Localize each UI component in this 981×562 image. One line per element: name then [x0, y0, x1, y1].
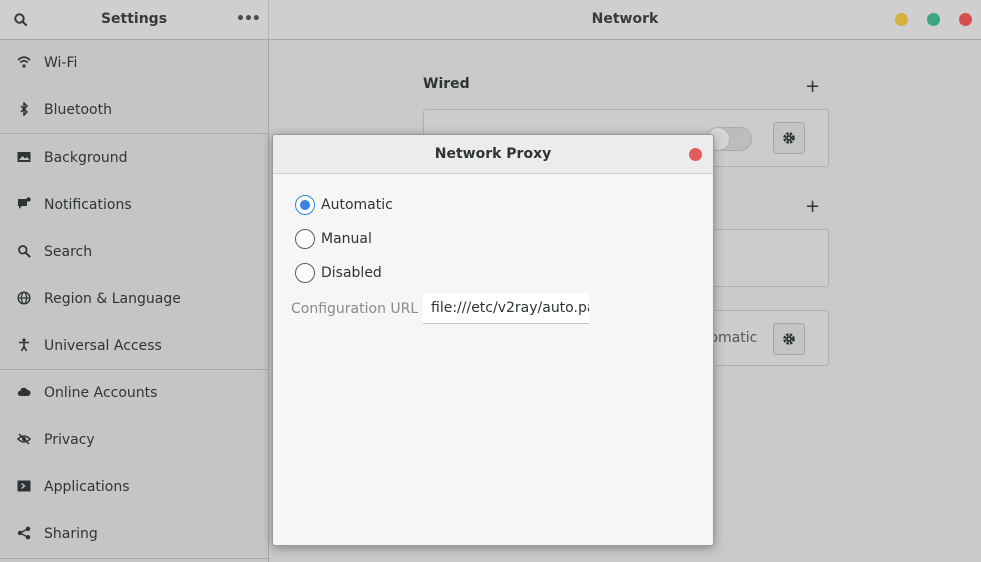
settings-window: Settings ••• Network Wi-Fi Bluetooth Bac…: [0, 0, 981, 562]
radio-label: Manual: [321, 231, 372, 247]
wifi-icon: [17, 55, 31, 69]
dialog-close-button[interactable]: [689, 148, 702, 161]
add-vpn-button[interactable]: +: [805, 198, 820, 216]
close-button[interactable]: [959, 13, 972, 26]
sidebar-item-label: Region & Language: [44, 291, 181, 307]
configuration-url-label: Configuration URL: [291, 301, 419, 317]
sidebar-item-notifications[interactable]: Notifications: [0, 182, 268, 228]
sidebar-item-label: Universal Access: [44, 338, 162, 354]
sidebar-item-universal-access[interactable]: Universal Access: [0, 323, 268, 369]
sidebar-item-search[interactable]: Search: [0, 229, 268, 275]
notifications-icon: [17, 197, 31, 211]
sidebar-item-label: Online Accounts: [44, 385, 158, 401]
radio-button[interactable]: [295, 195, 315, 215]
dialog-header: Network Proxy: [273, 135, 713, 174]
sidebar-item-label: Applications: [44, 479, 130, 495]
page-title: Network: [591, 11, 659, 27]
radio-label: Disabled: [321, 265, 382, 281]
minimize-button[interactable]: [895, 13, 908, 26]
header-bar: Settings ••• Network: [0, 0, 981, 40]
configuration-url-input[interactable]: [423, 293, 589, 323]
proxy-settings-button[interactable]: [773, 323, 805, 355]
cloud-icon: [17, 385, 31, 399]
radio-label: Automatic: [321, 197, 393, 213]
network-proxy-dialog: Network Proxy Automatic Manual Disabled …: [272, 134, 714, 546]
sidebar: Wi-Fi Bluetooth Background Notifications: [0, 40, 269, 562]
gear-icon: [783, 333, 795, 345]
add-wired-button[interactable]: +: [805, 78, 820, 96]
sidebar-item-label: Wi-Fi: [44, 55, 78, 71]
sidebar-item-label: Sharing: [44, 526, 98, 542]
wired-section-title: Wired: [423, 76, 470, 92]
sidebar-separator: [0, 558, 268, 559]
sidebar-item-label: Notifications: [44, 197, 132, 213]
sidebar-item-label: Background: [44, 150, 128, 166]
sidebar-item-applications[interactable]: Applications: [0, 464, 268, 510]
sidebar-item-label: Privacy: [44, 432, 95, 448]
share-icon: [17, 526, 31, 540]
applications-icon: [17, 479, 31, 493]
sidebar-item-bluetooth[interactable]: Bluetooth: [0, 87, 268, 133]
search-icon: [17, 244, 31, 258]
configuration-url-field[interactable]: [423, 293, 589, 324]
globe-icon: [17, 291, 31, 305]
accessibility-icon: [17, 338, 31, 352]
sidebar-item-background[interactable]: Background: [0, 135, 268, 181]
maximize-button[interactable]: [927, 13, 940, 26]
sidebar-separator: [0, 133, 268, 134]
sidebar-item-online-accounts[interactable]: Online Accounts: [0, 370, 268, 416]
bluetooth-icon: [17, 101, 31, 117]
sidebar-header: Settings •••: [0, 0, 269, 39]
sidebar-item-privacy[interactable]: Privacy: [0, 417, 268, 463]
menu-icon[interactable]: •••: [236, 10, 261, 28]
sidebar-item-region[interactable]: Region & Language: [0, 276, 268, 322]
sidebar-item-wifi[interactable]: Wi-Fi: [0, 40, 268, 86]
gear-icon: [783, 132, 795, 144]
wired-settings-button[interactable]: [773, 122, 805, 154]
privacy-icon: [16, 432, 32, 446]
radio-button[interactable]: [295, 229, 315, 249]
dialog-title: Network Proxy: [434, 146, 552, 162]
sidebar-item-label: Search: [44, 244, 93, 260]
sidebar-title: Settings: [100, 11, 168, 27]
radio-button[interactable]: [295, 263, 315, 283]
sidebar-item-label: Bluetooth: [44, 102, 112, 118]
sidebar-item-sharing[interactable]: Sharing: [0, 511, 268, 557]
image-icon: [17, 150, 31, 164]
